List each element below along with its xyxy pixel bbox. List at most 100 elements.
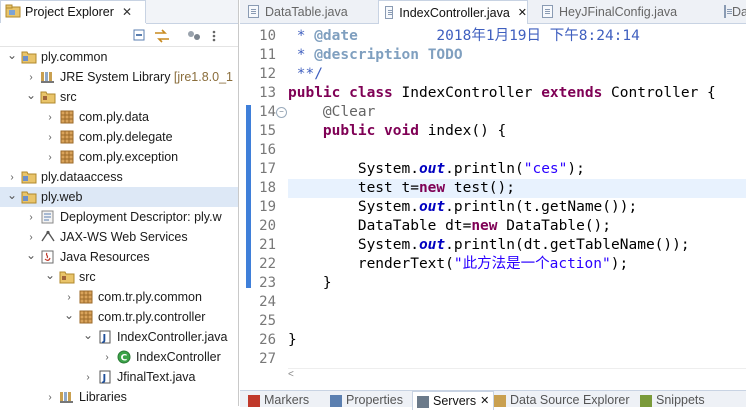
code-line[interactable]: public class IndexController extends Con… [288, 84, 746, 103]
code-editor: DataTable.java IndexController.java ✕ HeyJF… [240, 0, 746, 390]
project-explorer-tab[interactable]: Project Explorer ✕ [0, 0, 146, 23]
horizontal-scrollbar[interactable]: < [288, 368, 746, 383]
chevron-down-icon[interactable]: ⌄ [44, 268, 56, 282]
code-line[interactable] [288, 293, 746, 312]
tree-item-jax-ws-web-services[interactable]: › JAX-WS Web Services [0, 227, 188, 247]
close-icon[interactable]: ✕ [518, 6, 527, 19]
tree-item-src[interactable]: ⌄ src [0, 87, 77, 107]
view-menu-icon[interactable] [186, 28, 202, 43]
editor-tab-indexcontroller-java[interactable]: IndexController.java ✕ [378, 0, 528, 24]
chevron-right-icon[interactable]: › [25, 231, 37, 243]
chevron-down-icon[interactable]: ⌄ [6, 188, 18, 202]
tree-item-jre-system-library[interactable]: › JRE System Library [jre1.8.0_1 [0, 67, 233, 87]
tree-item-label: com.ply.data [79, 110, 149, 124]
tree-item-com-tr-ply-controller[interactable]: ⌄ com.tr.ply.controller [0, 307, 205, 327]
tree-item-indexcontroller-java[interactable]: ⌄ J IndexController.java [0, 327, 228, 347]
data-source-explorer-icon [494, 395, 506, 407]
fold-toggle-icon[interactable]: − [276, 107, 287, 118]
chevron-right-icon[interactable]: › [44, 151, 56, 163]
code-line[interactable] [288, 141, 746, 160]
chevron-right-icon[interactable]: › [44, 391, 56, 403]
tree-item-com-ply-exception[interactable]: › com.ply.exception [0, 147, 178, 167]
code-line[interactable]: * @date 2018年1月19日 下午8:24:14 [288, 27, 746, 46]
tree-item-label: Libraries [79, 390, 127, 404]
chevron-down-icon[interactable]: ⌄ [82, 328, 94, 342]
code-line[interactable]: } [288, 274, 746, 293]
tree-item-ply-common[interactable]: ⌄ ply.common [0, 47, 108, 67]
editor-tab-bar: DataTable.java IndexController.java ✕ HeyJF… [240, 0, 746, 24]
code-line[interactable]: DataTable dt=new DataTable(); [288, 217, 746, 236]
chevron-right-icon[interactable]: › [44, 111, 56, 123]
chevron-down-icon[interactable]: ⌄ [25, 88, 37, 102]
tree-item-label: Deployment Descriptor: ply.w [60, 210, 222, 224]
code-line[interactable]: renderText("此方法是一个action"); [288, 255, 746, 274]
project-folder-icon [21, 169, 37, 185]
tree-item-java-resources[interactable]: ⌄ Java Resources [0, 247, 150, 267]
vertical-dots-icon[interactable] [206, 28, 222, 43]
chevron-down-icon[interactable]: ⌄ [6, 48, 18, 62]
tree-item-com-ply-data[interactable]: › com.ply.data [0, 107, 149, 127]
tree-item-label: JAX-WS Web Services [60, 230, 188, 244]
markers-icon [248, 395, 260, 407]
chevron-right-icon[interactable]: › [82, 371, 94, 383]
code-line[interactable]: **/ [288, 65, 746, 84]
web-services-icon [40, 229, 56, 245]
bottom-tab-data-source-explorer[interactable]: Data Source Explorer [494, 393, 630, 409]
line-number: 18 [259, 180, 276, 196]
chevron-right-icon[interactable]: › [44, 131, 56, 143]
line-number: 21 [259, 237, 276, 253]
chevron-right-icon[interactable]: › [6, 171, 18, 183]
chevron-right-icon[interactable]: › [101, 351, 113, 363]
current-code-line[interactable]: test t=new test(); [288, 179, 746, 198]
tree-item-label: com.tr.ply.common [98, 290, 202, 304]
code-line[interactable]: } [288, 331, 746, 350]
tree-item-libraries[interactable]: › Libraries [0, 387, 127, 406]
servers-icon [417, 396, 429, 408]
chevron-right-icon[interactable]: › [25, 211, 37, 223]
tree-item-ply-web[interactable]: ⌄ ply.web [0, 187, 238, 207]
collapse-all-icon[interactable] [132, 28, 148, 43]
line-number: 17 [259, 161, 276, 177]
chevron-down-icon[interactable]: ⌄ [25, 248, 37, 262]
code-line[interactable]: System.out.println(dt.getTableName()); [288, 236, 746, 255]
source-folder-icon [40, 89, 56, 105]
close-icon[interactable]: ✕ [122, 5, 132, 19]
chevron-down-icon[interactable]: ⌄ [63, 308, 75, 322]
code-line[interactable]: @Clear [288, 103, 746, 122]
link-with-editor-icon[interactable] [154, 28, 170, 43]
chevron-right-icon[interactable]: › [25, 71, 37, 83]
line-number: 19 [259, 199, 276, 215]
code-area[interactable]: 10 * @date 2018年1月19日 下午8:24:14 11 * @des… [240, 24, 746, 390]
code-line[interactable] [288, 350, 746, 369]
tree-item-src[interactable]: ⌄ src [0, 267, 96, 287]
bottom-tab-label: Properties [346, 393, 403, 407]
bottom-tab-properties[interactable]: Properties [330, 393, 403, 409]
bottom-tab-snippets[interactable]: Snippets [640, 393, 705, 409]
editor-tab-da[interactable]: Da [718, 0, 746, 23]
code-line[interactable] [288, 312, 746, 331]
editor-tab-datatable-java[interactable]: DataTable.java [242, 0, 372, 23]
bottom-tab-servers[interactable]: Servers ✕ [412, 391, 495, 410]
tree-item-ply-dataaccess[interactable]: › ply.dataaccess [0, 167, 122, 187]
line-number: 20 [259, 218, 276, 234]
code-line[interactable]: System.out.println(t.getName()); [288, 198, 746, 217]
code-line[interactable]: public void index() { [288, 122, 746, 141]
tree-item-indexcontroller[interactable]: › C IndexController [0, 347, 220, 367]
tree-item-jfinaltext-java[interactable]: › J JfinalText.java [0, 367, 195, 387]
code-line[interactable]: System.out.println("ces"); [288, 160, 746, 179]
close-icon[interactable]: ✕ [480, 394, 489, 407]
line-number: 27 [259, 351, 276, 367]
bottom-tab-markers[interactable]: Markers [248, 393, 309, 409]
tree-item-com-tr-ply-common[interactable]: › com.tr.ply.common [0, 287, 202, 307]
chevron-right-icon[interactable]: › [63, 291, 75, 303]
editor-tab-heyjfinalconfig-java[interactable]: HeyJFinalConfig.java [536, 0, 706, 23]
snippets-icon [640, 395, 652, 407]
tree-item-label: src [60, 90, 77, 104]
tree-item-deployment-descriptor-ply-w[interactable]: › Deployment Descriptor: ply.w [0, 207, 222, 227]
svg-text:J: J [102, 333, 107, 344]
project-explorer-icon [5, 4, 21, 21]
code-line[interactable]: * @description TODO [288, 46, 746, 65]
tree-item-com-ply-delegate[interactable]: › com.ply.delegate [0, 127, 172, 147]
panel-tab-strip [146, 0, 238, 24]
scroll-left-icon[interactable]: < [288, 369, 294, 380]
